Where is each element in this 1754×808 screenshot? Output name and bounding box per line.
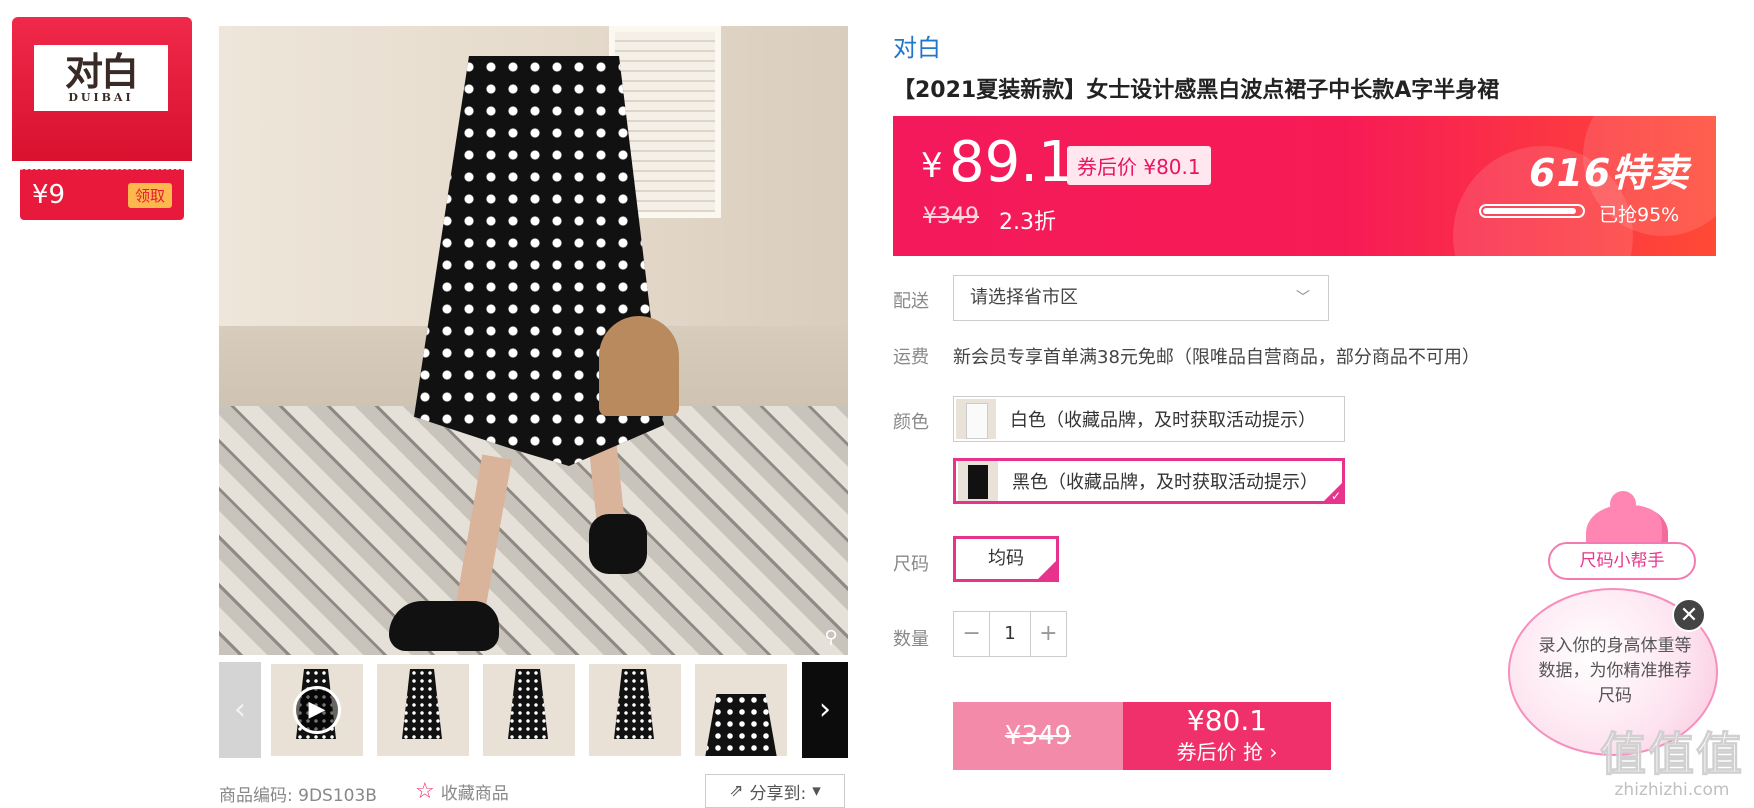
size-option-label: 均码 [988,548,1024,569]
thumbnail-skirt [614,669,654,739]
magnifier-icon[interactable]: ⚲ [820,627,842,649]
check-icon: ✓ [1330,489,1341,503]
thumbnail-skirt [700,694,782,756]
buy-original-price[interactable]: ¥349 [953,702,1123,770]
chevron-left-icon[interactable]: ‹ [219,662,261,758]
close-icon[interactable]: ✕ [1672,598,1706,632]
brand-card[interactable]: 对白 DUIBAI ¥9 领取 [12,17,192,223]
size-label: 尺码 [893,554,929,575]
thumbnail-image[interactable] [589,664,681,756]
quantity-plus-button[interactable]: + [1031,612,1066,656]
price-banner: ¥ 89.1 券后价 ¥80.1 ¥349 2.3折 616特卖 已抢95% [893,116,1716,256]
swatch-thumbnail [956,399,996,439]
photo-handbag [599,316,679,416]
sku-value: 9DS103B [298,786,377,806]
color-option-white[interactable]: 白色（收藏品牌，及时获取活动提示） [953,396,1345,442]
original-price: ¥349 [923,204,979,229]
watermark-url: zhizhizhi.com [1614,780,1730,800]
color-option-label: 黑色（收藏品牌，及时获取活动提示） [1012,472,1318,493]
thumbnail-skirt [402,669,442,739]
size-option-one-size[interactable]: 均码 ✓ [953,536,1059,582]
photo-shoe [389,601,499,651]
coupon-price-tag: 券后价 ¥80.1 [1067,146,1211,185]
quantity-stepper: − 1 + [953,611,1067,657]
color-option-black[interactable]: 黑色（收藏品牌，及时获取活动提示） ✓ [953,458,1345,504]
sku-line: 商品编码: 9DS103B [219,781,377,806]
check-icon: ✓ [1044,554,1055,568]
swatch-thumbnail [958,461,998,501]
brand-card-header: 对白 DUIBAI [12,17,192,161]
main-product-image[interactable]: ⚲ [219,26,848,655]
buy-now-button[interactable]: ¥80.1 券后价 抢 › [1123,702,1331,770]
size-helper-text: 录入你的身高体重等数据，为你精准推荐尺码 [1538,636,1692,706]
thumbnail-strip: ‹ ▶ › [219,662,848,758]
size-helper-button[interactable]: 尺码小帮手 [1548,542,1696,580]
claim-coupon-button[interactable]: 领取 [128,183,173,208]
photo-shoe [589,514,647,574]
share-icon: ⇗ [729,781,744,801]
thumbnail-skirt [508,669,548,739]
brand-link[interactable]: 对白 [893,28,941,63]
sold-progress-text: 已抢95% [1599,204,1680,226]
price-currency: ¥ [921,146,943,186]
discount-rate: 2.3折 [999,210,1056,235]
coupon-amount: ¥9 [32,180,66,210]
brand-logo[interactable]: 对白 DUIBAI [34,45,168,111]
favorite-button[interactable]: ☆ 收藏商品 [415,779,509,804]
thumbnail-image[interactable] [695,664,787,756]
star-icon: ☆ [415,779,435,804]
chevron-down-icon: ﹀ [1296,290,1310,306]
thumbnail-image[interactable] [377,664,469,756]
buy-action-label: 券后价 抢 › [1176,740,1278,764]
delivery-label: 配送 [893,291,929,312]
shipping-label: 运费 [893,347,929,368]
thumbnail-image[interactable] [483,664,575,756]
sku-label: 商品编码: [219,786,293,806]
color-label: 颜色 [893,412,929,433]
buy-coupon-price: ¥80.1 [1186,704,1268,737]
color-option-label: 白色（收藏品牌，及时获取活动提示） [1010,410,1316,431]
shipping-text: 新会员专享首单满38元免邮（限唯品自营商品，部分商品不可用） [953,347,1480,368]
caret-down-icon: ▾ [812,781,821,801]
quantity-minus-button[interactable]: − [954,612,989,656]
sold-progress-bar [1479,204,1585,218]
quantity-value[interactable]: 1 [989,612,1031,656]
share-label: 分享到: [749,783,807,804]
chevron-right-icon[interactable]: › [802,662,848,758]
quantity-label: 数量 [893,629,929,650]
share-button[interactable]: ⇗ 分享到: ▾ [705,774,845,808]
sold-progress-fill [1483,208,1576,214]
watermark: 值值值 zhizhizhi.com [1600,718,1744,801]
brand-logo-cn: 对白 [64,48,139,94]
brand-logo-en: DUIBAI [68,90,134,104]
current-price: 89.1 [949,130,1074,195]
favorite-label: 收藏商品 [440,784,509,804]
brand-coupon: ¥9 领取 [20,169,184,220]
region-select[interactable]: 请选择省市区 ﹀ [953,275,1329,321]
promo-title: 616特卖 [1529,151,1690,195]
watermark-logo: 值值值 [1600,727,1744,782]
play-icon[interactable]: ▶ [293,686,341,734]
thumbnail-video[interactable]: ▶ [271,664,363,756]
product-title: 【2021夏装新款】女士设计感黑白波点裙子中长款A字半身裙 [893,78,1500,103]
region-select-value: 请选择省市区 [970,287,1078,308]
